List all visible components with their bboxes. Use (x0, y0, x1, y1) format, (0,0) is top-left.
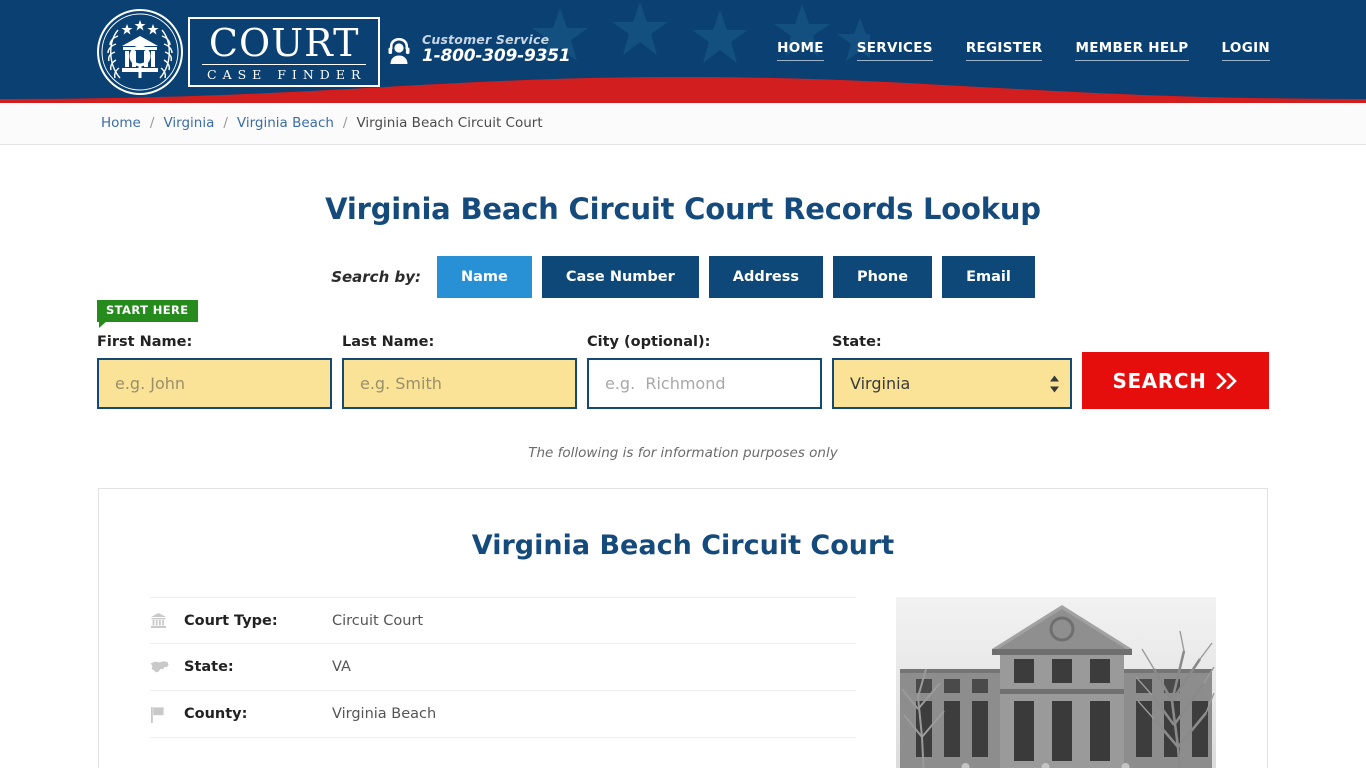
nav-item-member-help[interactable]: MEMBER HELP (1075, 40, 1189, 61)
tab-name[interactable]: Name (437, 256, 532, 298)
logo-title: COURT (202, 24, 367, 65)
headset-support-icon (388, 37, 410, 64)
city-input[interactable] (587, 358, 822, 409)
customer-service-phone[interactable]: 1-800-309-9351 (422, 47, 571, 67)
us-map-icon (150, 660, 184, 674)
nav-item-home[interactable]: HOME (777, 40, 824, 61)
breadcrumb-item-current: Virginia Beach Circuit Court (356, 115, 543, 131)
state-select[interactable]: Virginia (832, 358, 1072, 409)
nav-item-login[interactable]: LOGIN (1221, 40, 1270, 61)
search-by-tabs: Search by: Name Case Number Address Phon… (0, 256, 1366, 298)
table-row: Court Type: Circuit Court (150, 597, 856, 644)
courthouse-icon (150, 612, 184, 629)
table-row: County: Virginia Beach (150, 691, 856, 738)
breadcrumb: Home / Virginia / Virginia Beach / Virgi… (101, 115, 543, 131)
info-value: VA (332, 659, 351, 675)
customer-service-block: Customer Service 1-800-309-9351 (385, 32, 571, 67)
tab-case-number[interactable]: Case Number (541, 256, 699, 298)
tab-address[interactable]: Address (708, 256, 823, 298)
breadcrumb-bar: Home / Virginia / Virginia Beach / Virgi… (0, 103, 1366, 145)
court-info-card: Virginia Beach Circuit Court Court Type:… (98, 488, 1268, 768)
info-value: Virginia Beach (332, 706, 437, 722)
court-info-table: Court Type: Circuit Court State: VA Coun… (150, 597, 856, 768)
court-name-title: Virginia Beach Circuit Court (471, 530, 895, 561)
info-value: Circuit Court (332, 612, 424, 629)
main-navigation: HOME SERVICES REGISTER MEMBER HELP LOGIN (777, 40, 1270, 61)
first-name-input[interactable] (97, 358, 332, 409)
disclaimer-text: The following is for information purpose… (528, 445, 838, 461)
last-name-label: Last Name: (342, 334, 435, 350)
customer-service-label: Customer Service (422, 32, 550, 47)
site-header: COURT CASE FINDER Customer Service 1-800… (0, 0, 1366, 103)
search-form: START HERE First Name: Last Name: City (… (97, 298, 1269, 461)
nav-item-register[interactable]: REGISTER (965, 40, 1043, 61)
state-field-group: State: Virginia (832, 334, 1072, 409)
main-content: Virginia Beach Circuit Court Records Loo… (0, 145, 1366, 768)
breadcrumb-separator: / (149, 115, 155, 131)
search-by-label: Search by: (331, 268, 421, 286)
breadcrumb-separator: / (223, 115, 228, 131)
start-here-badge: START HERE (97, 300, 198, 327)
state-label: State: (832, 334, 882, 350)
info-key: Court Type: (184, 612, 278, 629)
flag-icon (150, 706, 184, 723)
last-name-field-group: Last Name: (342, 334, 577, 409)
table-row: State: VA (150, 644, 856, 691)
tab-phone[interactable]: Phone (832, 256, 933, 298)
page-title: Virginia Beach Circuit Court Records Loo… (325, 192, 1041, 226)
tab-email[interactable]: Email (942, 256, 1035, 298)
patriotic-banner (0, 77, 1366, 103)
last-name-input[interactable] (342, 358, 577, 409)
breadcrumb-item-virginia-beach[interactable]: Virginia Beach (237, 115, 334, 131)
courthouse-photo (896, 597, 1216, 768)
breadcrumb-item-virginia[interactable]: Virginia (163, 115, 214, 131)
nav-item-services[interactable]: SERVICES (856, 40, 933, 61)
search-button-label: SEARCH (1112, 368, 1207, 393)
first-name-label: First Name: (97, 334, 193, 350)
breadcrumb-item-home[interactable]: Home (101, 115, 141, 131)
search-button[interactable]: SEARCH (1082, 352, 1269, 409)
city-label: City (optional): (587, 334, 711, 350)
breadcrumb-separator: / (342, 115, 348, 131)
double-chevron-right-icon (1216, 372, 1238, 389)
first-name-field-group: First Name: (97, 334, 332, 409)
info-key: State: (184, 659, 234, 675)
city-field-group: City (optional): (587, 334, 822, 409)
info-key: County: (184, 706, 248, 722)
